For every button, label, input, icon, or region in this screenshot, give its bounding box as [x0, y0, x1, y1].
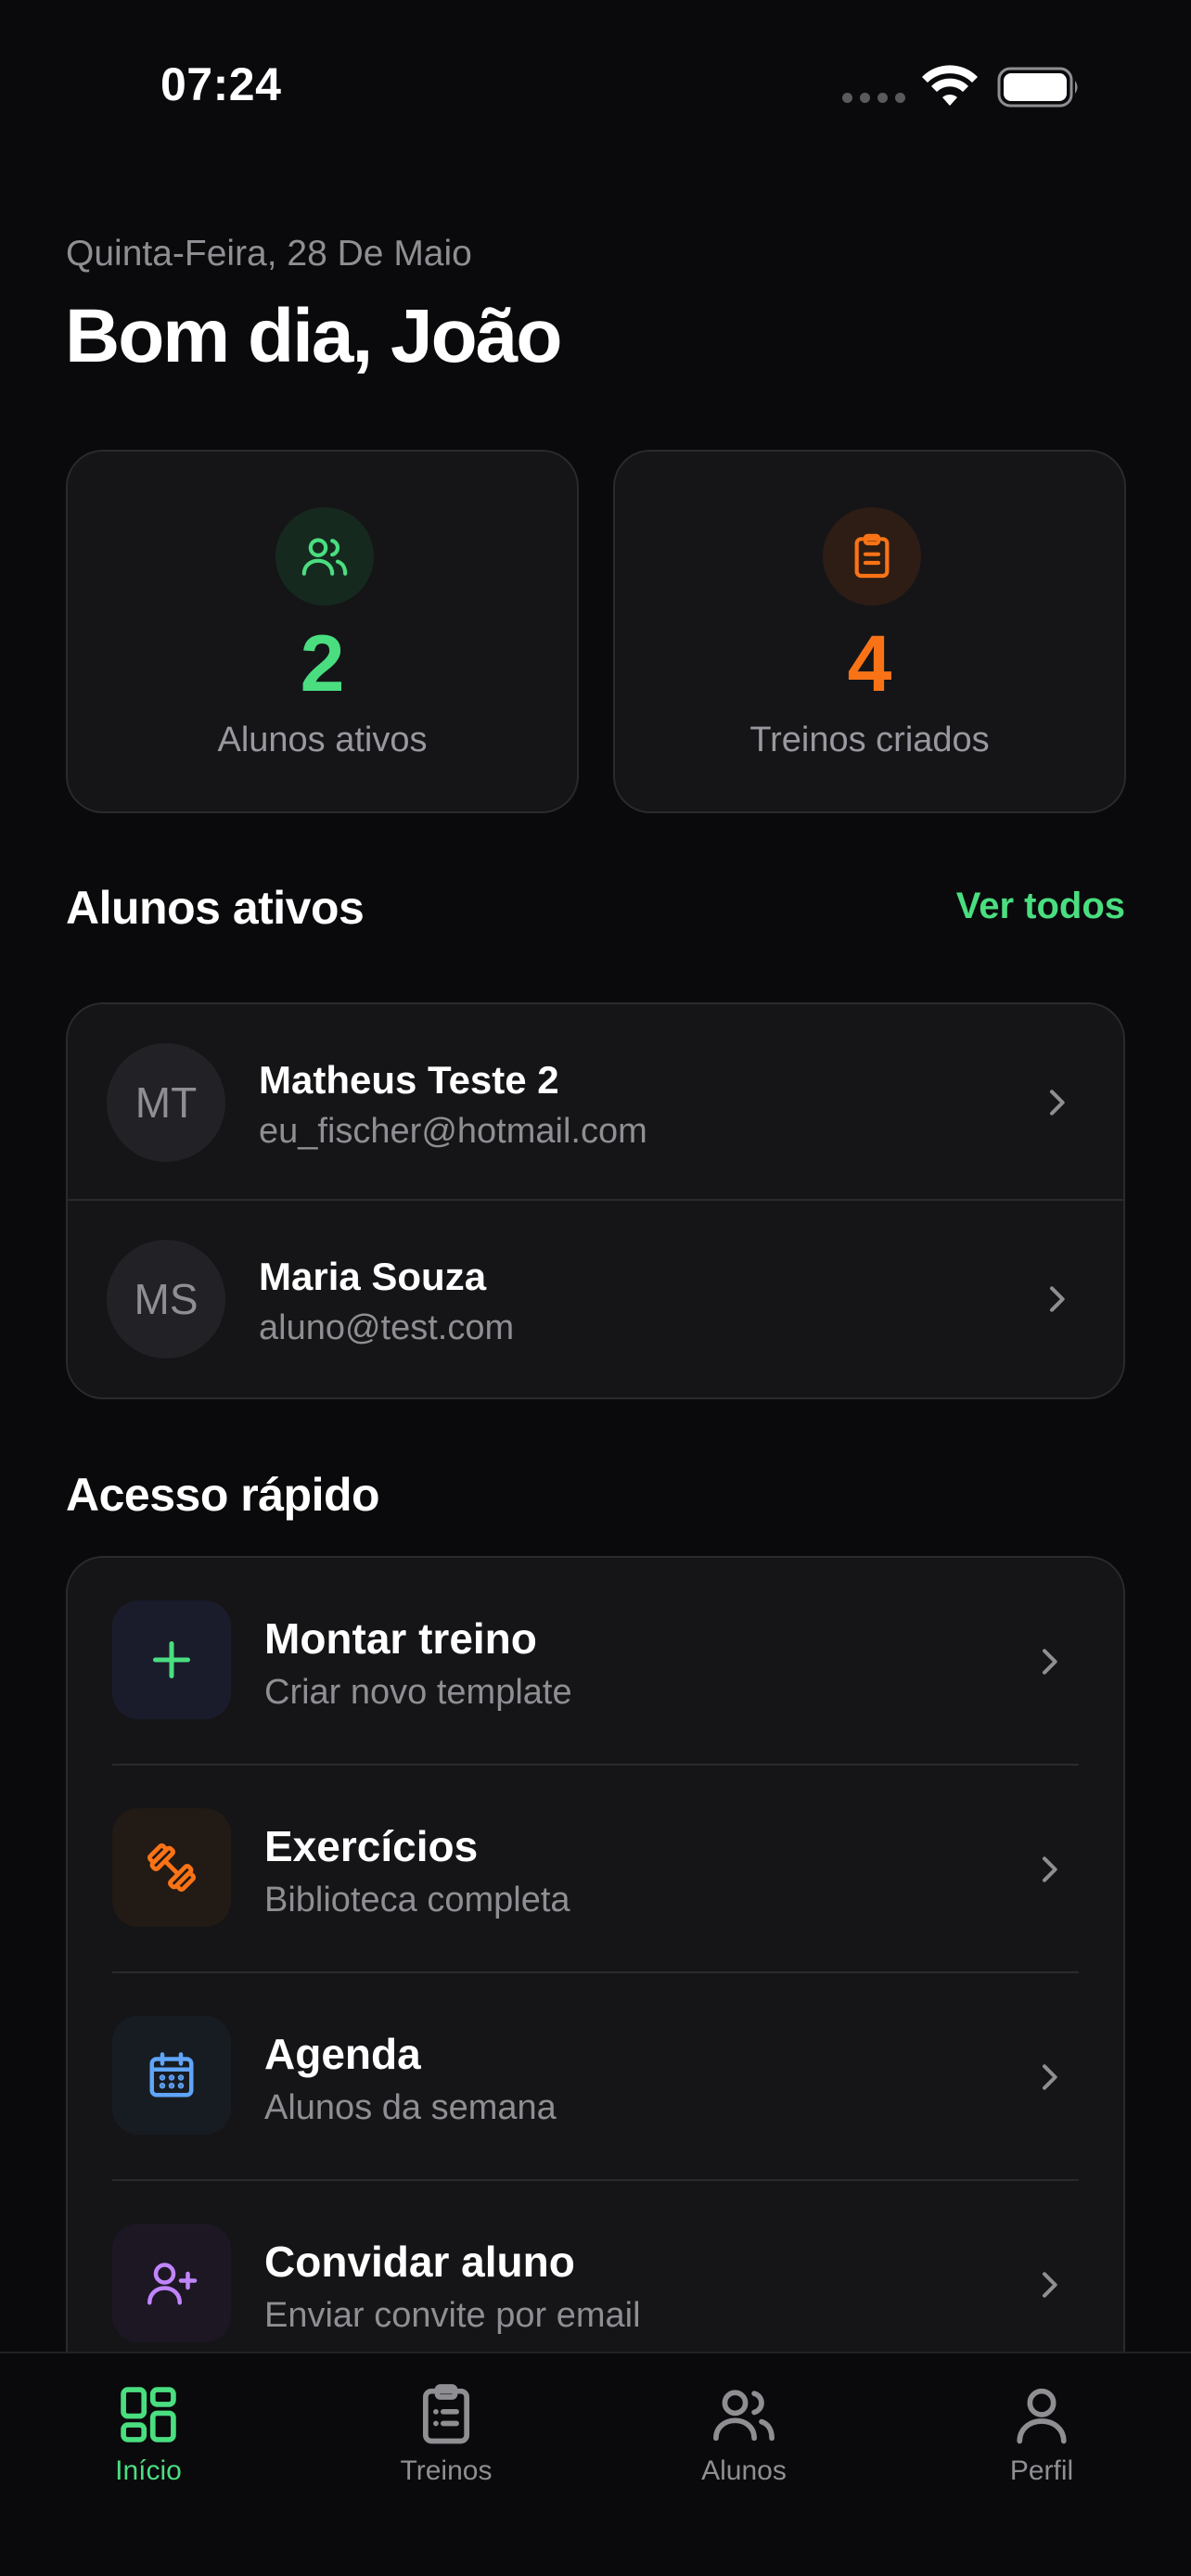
stat-label: Alunos ativos — [217, 721, 428, 759]
user-plus-icon — [112, 2224, 231, 2342]
tab-bar: Início Treinos Alunos Perfil — [0, 2352, 1191, 2576]
student-name: Maria Souza — [259, 1255, 487, 1298]
student-email: eu_fischer@hotmail.com — [259, 1112, 647, 1151]
quick-action-subtitle: Enviar convite por email — [264, 2296, 641, 2335]
tab-label: Treinos — [400, 2455, 493, 2486]
dumbbell-icon — [112, 1808, 231, 1927]
tab-students[interactable]: Alunos — [642, 2379, 846, 2519]
chevron-right-icon — [1050, 1090, 1065, 1116]
users-icon — [713, 2390, 775, 2442]
chevron-right-icon — [1050, 1286, 1065, 1312]
users-icon — [275, 507, 374, 606]
plus-icon — [112, 1600, 231, 1719]
chevron-right-icon — [1043, 2064, 1057, 2090]
quick-action-title: Convidar aluno — [264, 2238, 575, 2286]
calendar-icon — [112, 2016, 231, 2135]
quick-action-schedule[interactable]: Agenda Alunos da semana — [68, 1973, 1123, 2181]
tab-profile[interactable]: Perfil — [940, 2379, 1144, 2519]
cellular-signal-icon — [842, 93, 905, 103]
section-title-quick-access: Acesso rápido — [66, 1469, 380, 1521]
list-item-student[interactable]: MS Maria Souza aluno@test.com — [68, 1201, 1123, 1397]
grid-icon — [121, 2387, 176, 2442]
chevron-right-icon — [1043, 1649, 1057, 1675]
quick-action-title: Montar treino — [264, 1614, 537, 1663]
stat-card-created-workouts[interactable]: 4 Treinos criados — [613, 450, 1126, 813]
section-title-active-students: Alunos ativos — [66, 882, 365, 934]
quick-action-exercises[interactable]: Exercícios Biblioteca completa — [68, 1766, 1123, 1973]
avatar: MS — [107, 1240, 225, 1358]
current-date: Quinta-Feira, 28 De Maio — [66, 234, 472, 274]
chevron-right-icon — [1043, 2272, 1057, 2298]
avatar: MT — [107, 1043, 225, 1162]
quick-action-build-workout[interactable]: Montar treino Criar novo template — [68, 1558, 1123, 1766]
tab-label: Alunos — [701, 2455, 787, 2486]
active-students-list: MT Matheus Teste 2 eu_fischer@hotmail.co… — [66, 1002, 1125, 1399]
quick-action-title: Agenda — [264, 2030, 421, 2078]
app-screen: 07:24 Quinta-Feira, 28 De Maio Bom dia, … — [0, 0, 1191, 2576]
tab-label: Início — [115, 2455, 182, 2486]
stat-value: 2 — [300, 619, 345, 708]
student-name: Matheus Teste 2 — [259, 1058, 559, 1102]
quick-action-subtitle: Alunos da semana — [264, 2088, 557, 2127]
quick-action-subtitle: Biblioteca completa — [264, 1881, 570, 1919]
status-bar: 07:24 — [0, 0, 1191, 176]
list-item-student[interactable]: MT Matheus Teste 2 eu_fischer@hotmail.co… — [68, 1004, 1123, 1201]
chevron-right-icon — [1043, 1856, 1057, 1882]
tab-home[interactable]: Início — [46, 2379, 250, 2519]
battery-icon — [997, 67, 1078, 108]
student-email: aluno@test.com — [259, 1308, 515, 1347]
clipboard-icon — [422, 2384, 470, 2444]
tab-label: Perfil — [1009, 2455, 1074, 2486]
stat-value: 4 — [847, 619, 892, 708]
user-icon — [1017, 2388, 1067, 2444]
quick-action-subtitle: Criar novo template — [264, 1673, 572, 1712]
see-all-link[interactable]: Ver todos — [956, 886, 1125, 927]
stat-label: Treinos criados — [749, 721, 990, 759]
status-time: 07:24 — [160, 58, 282, 110]
clipboard-icon — [823, 507, 921, 606]
greeting-title: Bom dia, João — [65, 294, 562, 378]
tab-workouts[interactable]: Treinos — [344, 2379, 548, 2519]
stat-card-active-students[interactable]: 2 Alunos ativos — [66, 450, 579, 813]
wifi-icon — [922, 65, 978, 106]
quick-action-title: Exercícios — [264, 1822, 479, 1870]
